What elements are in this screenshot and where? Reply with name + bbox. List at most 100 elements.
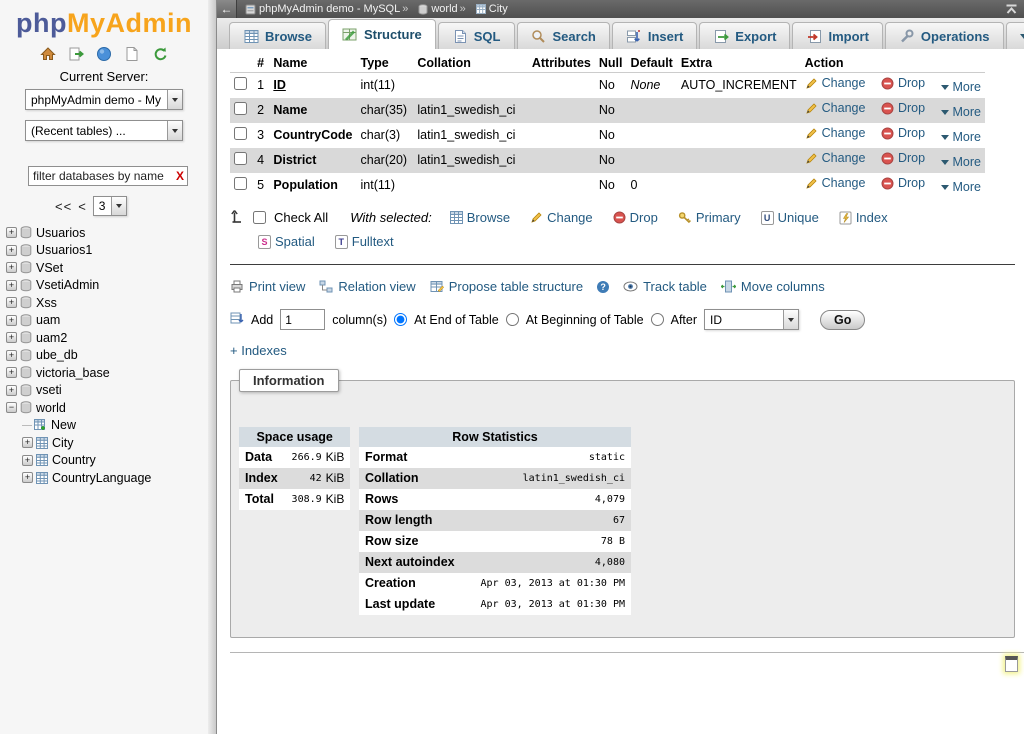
- server-select[interactable]: phpMyAdmin demo - My: [25, 89, 183, 110]
- more-link[interactable]: More: [941, 130, 981, 144]
- change-link[interactable]: Change: [805, 76, 866, 90]
- relation-view-link[interactable]: Relation view: [319, 279, 415, 294]
- indexes-toggle-link[interactable]: + Indexes: [230, 343, 287, 358]
- check-all-checkbox[interactable]: [253, 211, 266, 224]
- sidebar-item-table[interactable]: City: [52, 436, 74, 450]
- expand-icon[interactable]: +: [6, 297, 17, 308]
- tab-browse[interactable]: Browse: [229, 22, 326, 49]
- ws-drop-link[interactable]: Drop: [613, 210, 658, 225]
- filter-databases-input[interactable]: [28, 166, 188, 186]
- ws-primary-link[interactable]: Primary: [678, 210, 741, 225]
- track-table-link[interactable]: Track table: [623, 279, 707, 294]
- drop-link[interactable]: Drop: [881, 151, 925, 165]
- row-checkbox[interactable]: [234, 152, 247, 165]
- add-count-input[interactable]: [280, 309, 325, 330]
- ws-spatial-link[interactable]: SSpatial: [258, 234, 315, 249]
- at-beginning-label[interactable]: At Beginning of Table: [526, 313, 644, 327]
- go-button[interactable]: Go: [820, 310, 865, 330]
- row-checkbox[interactable]: [234, 102, 247, 115]
- sidebar-item-database[interactable]: uam: [36, 313, 60, 327]
- change-link[interactable]: Change: [805, 151, 866, 165]
- help-icon[interactable]: ?: [597, 281, 609, 293]
- page-select[interactable]: 3: [93, 196, 127, 216]
- sidebar-item-database[interactable]: ube_db: [36, 348, 78, 362]
- row-checkbox[interactable]: [234, 177, 247, 190]
- expand-icon[interactable]: +: [6, 227, 17, 238]
- tab-export[interactable]: Export: [699, 22, 790, 49]
- drop-link[interactable]: Drop: [881, 126, 925, 140]
- row-checkbox[interactable]: [234, 77, 247, 90]
- home-icon[interactable]: [40, 46, 56, 62]
- more-link[interactable]: More: [941, 155, 981, 169]
- expand-icon[interactable]: +: [6, 262, 17, 273]
- tab-more[interactable]: More: [1006, 22, 1024, 49]
- propose-structure-link[interactable]: Propose table structure: [430, 279, 583, 294]
- expand-icon[interactable]: +: [22, 437, 33, 448]
- expand-icon[interactable]: +: [6, 280, 17, 291]
- ws-browse-link[interactable]: Browse: [450, 210, 510, 225]
- pager-prev[interactable]: <: [78, 199, 87, 214]
- scroll-top-icon[interactable]: [1005, 4, 1018, 15]
- breadcrumb-table[interactable]: City: [489, 3, 508, 15]
- ws-unique-link[interactable]: UUnique: [761, 210, 819, 225]
- sidebar-item-database[interactable]: VSet: [36, 261, 63, 275]
- panel-divider[interactable]: [208, 0, 217, 734]
- expand-icon[interactable]: +: [22, 472, 33, 483]
- expand-icon[interactable]: +: [22, 455, 33, 466]
- change-link[interactable]: Change: [805, 126, 866, 140]
- sidebar-item-database[interactable]: Xss: [36, 296, 57, 310]
- tab-operations[interactable]: Operations: [885, 22, 1004, 49]
- info-icon[interactable]: [124, 46, 140, 62]
- breadcrumb-database[interactable]: world: [431, 3, 457, 15]
- expand-icon[interactable]: +: [6, 315, 17, 326]
- popup-window-icon[interactable]: [1005, 656, 1018, 672]
- tab-insert[interactable]: Insert: [612, 22, 697, 49]
- more-link[interactable]: More: [941, 105, 981, 119]
- recent-tables-select[interactable]: (Recent tables) ...: [25, 120, 183, 141]
- tab-import[interactable]: Import: [792, 22, 882, 49]
- tab-sql[interactable]: SQL: [438, 22, 515, 49]
- expand-icon[interactable]: +: [6, 245, 17, 256]
- logout-icon[interactable]: [68, 46, 84, 62]
- pager-first[interactable]: <<: [55, 199, 72, 214]
- expand-icon[interactable]: +: [6, 350, 17, 361]
- expand-icon[interactable]: +: [6, 367, 17, 378]
- docs-icon[interactable]: [96, 46, 112, 62]
- reload-icon[interactable]: [152, 46, 168, 62]
- drop-link[interactable]: Drop: [881, 101, 925, 115]
- collapse-expander-icon[interactable]: −: [6, 402, 17, 413]
- sidebar-item-database[interactable]: Usuarios1: [36, 243, 92, 257]
- sidebar-item-database[interactable]: uam2: [36, 331, 67, 345]
- radio-at-beginning[interactable]: [506, 313, 519, 326]
- radio-at-end[interactable]: [394, 313, 407, 326]
- move-columns-link[interactable]: Move columns: [721, 279, 825, 294]
- print-view-link[interactable]: Print view: [230, 279, 305, 294]
- phpmyadmin-logo[interactable]: phpMyAdmin: [0, 8, 208, 39]
- sidebar-item-database[interactable]: victoria_base: [36, 366, 110, 380]
- sidebar-item-new-table[interactable]: New: [51, 418, 76, 432]
- breadcrumb-server[interactable]: phpMyAdmin demo - MySQL: [259, 3, 400, 15]
- change-link[interactable]: Change: [805, 101, 866, 115]
- after-label[interactable]: After: [671, 313, 697, 327]
- expand-icon[interactable]: +: [6, 332, 17, 343]
- ws-change-link[interactable]: Change: [530, 210, 593, 225]
- ws-index-link[interactable]: Index: [839, 210, 888, 225]
- sidebar-item-database[interactable]: vseti: [36, 383, 62, 397]
- tab-search[interactable]: Search: [517, 22, 610, 49]
- back-button[interactable]: ←: [217, 0, 237, 18]
- more-link[interactable]: More: [941, 180, 981, 194]
- after-column-select[interactable]: ID: [704, 309, 799, 330]
- check-all-label[interactable]: Check All: [274, 210, 328, 225]
- sidebar-item-table[interactable]: Country: [52, 453, 96, 467]
- at-end-label[interactable]: At End of Table: [414, 313, 499, 327]
- expand-icon[interactable]: +: [6, 385, 17, 396]
- sidebar-item-table[interactable]: CountryLanguage: [52, 471, 151, 485]
- sidebar-item-database[interactable]: Usuarios: [36, 226, 85, 240]
- radio-after[interactable]: [651, 313, 664, 326]
- clear-filter-icon[interactable]: X: [176, 169, 184, 183]
- row-checkbox[interactable]: [234, 127, 247, 140]
- ws-fulltext-link[interactable]: TFulltext: [335, 234, 394, 249]
- sidebar-item-database[interactable]: VsetiAdmin: [36, 278, 99, 292]
- sidebar-item-database[interactable]: world: [36, 401, 66, 415]
- change-link[interactable]: Change: [805, 176, 866, 190]
